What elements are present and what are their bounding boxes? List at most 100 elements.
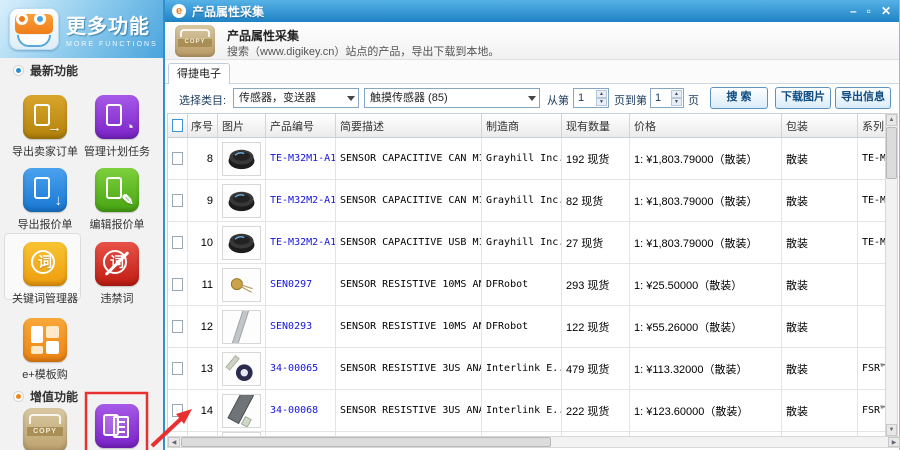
vertical-scrollbar[interactable]: ▲ ▼ (885, 113, 898, 437)
maximize-button[interactable]: ▫ (867, 0, 871, 22)
sidebar-item-edit-quotation[interactable]: ✎ 编辑报价单 (81, 168, 153, 232)
page-title: 产品属性采集 (227, 27, 299, 44)
col-image: 图片 (218, 114, 266, 137)
logo-text: 更多功能 MORE FUNCTIONS (66, 10, 158, 48)
product-link[interactable]: 34-00068 (270, 405, 318, 416)
export-info-button[interactable]: 导出信息 (835, 87, 891, 109)
table-row: 9 TE-M32M2-A11C SENSOR CAPACITIVE CAN M1… (168, 180, 889, 222)
edit-quotation-icon: ✎ (95, 168, 139, 212)
product-link[interactable]: TE-M32M1-A11C (270, 153, 336, 164)
chevron-down-icon (347, 96, 355, 101)
vertical-scroll-thumb[interactable] (886, 127, 897, 179)
table-row: 8 TE-M32M1-A11C SENSOR CAPACITIVE CAN M1… (168, 138, 889, 180)
row-checkbox[interactable] (172, 362, 183, 375)
row-checkbox[interactable] (172, 278, 183, 291)
scroll-right-icon[interactable]: ▶ (888, 437, 900, 447)
from-page-label: 从第 (547, 92, 569, 108)
blue-bullet-icon (14, 66, 23, 75)
col-pkg: 包装 (782, 114, 858, 137)
sidebar-item-template-shop[interactable]: e+模板购 (9, 318, 81, 382)
spinner-arrows-icon[interactable]: ▲▼ (596, 90, 607, 106)
window-titlebar: e 产品属性采集 – ▫ ✕ (165, 0, 899, 22)
template-shop-icon (23, 318, 67, 362)
product-image (222, 352, 261, 386)
main-panel: e 产品属性采集 – ▫ ✕ COPY 产品属性采集 搜索（www.digike… (163, 0, 900, 450)
sidebar-item-manage-tasks[interactable]: ◔ 管理计划任务 (81, 95, 153, 159)
product-link[interactable]: 34-00065 (270, 363, 318, 374)
product-image (222, 394, 261, 428)
sidebar-item-copy-tool[interactable]: COPY (9, 408, 81, 450)
product-link[interactable]: TE-M32M2-A11U (270, 237, 336, 248)
col-desc: 简要描述 (336, 114, 482, 137)
page-from-spinner[interactable]: 1 ▲▼ (573, 88, 609, 108)
table-row: 12 SEN0293 SENSOR RESISTIVE 10MS ANALOG … (168, 306, 889, 348)
app-window: 更多功能 MORE FUNCTIONS 最新功能 → 导出卖家订单 ◔ 管理计划… (0, 0, 900, 450)
copy-app-icon: COPY (175, 25, 215, 57)
logo-subtitle: MORE FUNCTIONS (66, 41, 158, 48)
spinner-arrows-icon[interactable]: ▲▼ (671, 90, 682, 106)
row-checkbox[interactable] (172, 404, 183, 417)
col-part: 产品编号 (266, 114, 336, 137)
sidebar-item-banned-words[interactable]: 词 违禁词 (81, 242, 153, 306)
section-value-added: 增值功能 (14, 388, 78, 405)
scroll-left-icon[interactable]: ◀ (168, 437, 180, 447)
select-all-checkbox[interactable] (172, 119, 183, 132)
minimize-button[interactable]: – (850, 0, 857, 22)
keyword-manager-icon: 词 (23, 242, 67, 286)
sidebar-header: 更多功能 MORE FUNCTIONS (0, 0, 163, 58)
product-collect-icon (95, 404, 139, 448)
scroll-down-icon[interactable]: ▼ (886, 424, 897, 436)
category-label: 选择类目: (179, 92, 226, 108)
orange-bullet-icon (14, 392, 23, 401)
product-image (222, 184, 261, 218)
search-button[interactable]: 搜 索 (710, 87, 768, 109)
category-select-1[interactable]: 传感器，变送器 (233, 88, 359, 108)
col-no: 序号 (188, 114, 218, 137)
export-quotation-icon: ↓ (23, 168, 67, 212)
sidebar: 更多功能 MORE FUNCTIONS 最新功能 → 导出卖家订单 ◔ 管理计划… (0, 0, 163, 450)
window-title: 产品属性采集 (192, 3, 264, 20)
product-image (222, 226, 261, 260)
tab-bar: 得捷电子 (165, 60, 899, 84)
col-price: 价格 (630, 114, 782, 137)
product-table: 序号 图片 产品编号 简要描述 制造商 现有数量 价格 包装 系列 8 TE-M… (167, 113, 889, 437)
table-row: 13 34-00065 SENSOR RESISTIVE 3US ANALOG … (168, 348, 889, 390)
product-image (222, 268, 261, 302)
chevron-down-icon (528, 96, 536, 101)
sidebar-item-export-quotation[interactable]: ↓ 导出报价单 (9, 168, 81, 232)
sidebar-item-export-seller-orders[interactable]: → 导出卖家订单 (9, 95, 81, 159)
row-checkbox[interactable] (172, 236, 183, 249)
table-row: 11 SEN0297 SENSOR RESISTIVE 10MS ANALOG … (168, 264, 889, 306)
row-checkbox[interactable] (172, 152, 183, 165)
scroll-up-icon[interactable]: ▲ (886, 114, 897, 126)
section-latest-functions: 最新功能 (14, 62, 78, 79)
toolbar: 选择类目: 传感器，变送器 触摸传感器 (85) 从第 1 ▲▼ 页到第 1 ▲… (165, 84, 899, 113)
product-image (222, 310, 261, 344)
close-button[interactable]: ✕ (881, 0, 891, 22)
table-header-row: 序号 图片 产品编号 简要描述 制造商 现有数量 价格 包装 系列 (168, 114, 889, 138)
tab-digikey[interactable]: 得捷电子 (168, 63, 230, 85)
row-checkbox[interactable] (172, 320, 183, 333)
horizontal-scroll-thumb[interactable] (181, 437, 551, 447)
copy-tool-icon: COPY (23, 408, 67, 450)
table-row: 10 TE-M32M2-A11U SENSOR CAPACITIVE USB M… (168, 222, 889, 264)
banned-words-icon: 词 (95, 242, 139, 286)
category-select-2[interactable]: 触摸传感器 (85) (364, 88, 540, 108)
sidebar-item-keyword-manager[interactable]: 词 关键词管理器 (9, 242, 81, 306)
row-checkbox[interactable] (172, 194, 183, 207)
page-to-spinner[interactable]: 1 ▲▼ (650, 88, 684, 108)
product-link[interactable]: SEN0297 (270, 279, 312, 290)
sidebar-item-product-collect[interactable] (81, 404, 153, 448)
page-subtitle: 搜索（www.digikey.cn）站点的产品，导出下载到本地。 (227, 43, 499, 59)
logo-title: 更多功能 (66, 10, 158, 39)
horizontal-scrollbar[interactable]: ◀ ▶ (167, 436, 900, 448)
product-link[interactable]: SEN0293 (270, 321, 312, 332)
col-mfr: 制造商 (482, 114, 562, 137)
download-images-button[interactable]: 下载图片 (775, 87, 831, 109)
to-page-label: 页到第 (614, 92, 647, 108)
product-link[interactable]: TE-M32M2-A11C (270, 195, 336, 206)
export-seller-orders-icon: → (23, 95, 67, 139)
app-logo-icon (9, 8, 59, 50)
product-image (222, 142, 261, 176)
window-app-icon: e (172, 4, 186, 18)
